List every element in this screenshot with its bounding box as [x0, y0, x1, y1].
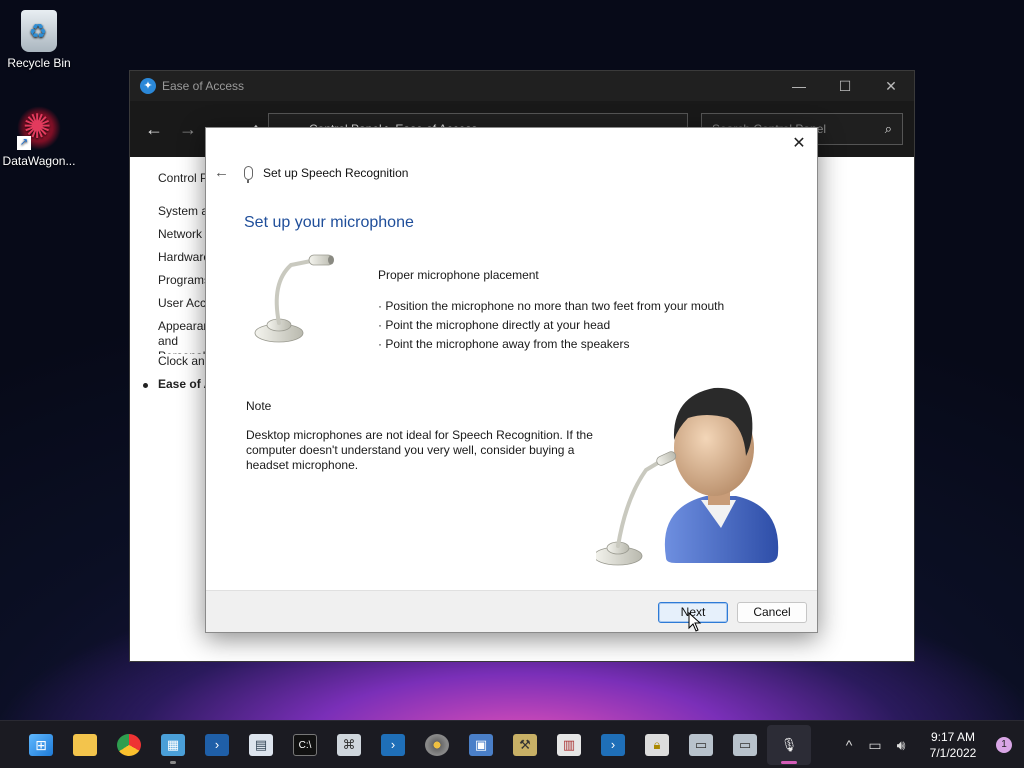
cancel-button[interactable]: Cancel — [737, 602, 807, 623]
sidebar-item-ease-of-access[interactable]: Ease of Access — [158, 377, 206, 400]
volume-icon[interactable]: 🔊︎ — [888, 737, 914, 754]
recycle-bin-icon — [21, 10, 57, 52]
clock-date: 7/1/2022 — [929, 746, 977, 760]
tools-icon: ⚒ — [513, 733, 537, 756]
taskbar-app-17[interactable]: ▭ — [723, 725, 767, 765]
back-arrow-icon[interactable]: ← — [142, 119, 166, 140]
shortcut-arrow-icon: ↗ — [17, 136, 31, 150]
taskbar-file-explorer[interactable] — [63, 725, 107, 765]
recycle-bin-desktop-icon[interactable]: Recycle Bin — [1, 10, 77, 70]
chevron-up-icon[interactable]: ^ — [836, 737, 862, 753]
taskbar-chrome[interactable] — [107, 725, 151, 765]
note-text: Desktop microphones are not ideal for Sp… — [246, 428, 593, 472]
datawagon-desktop-icon[interactable]: ↗ DataWagon... — [1, 106, 77, 168]
wizard-title: Set up Speech Recognition — [263, 166, 409, 180]
forward-arrow-icon[interactable]: → — [176, 119, 200, 140]
maximize-button[interactable]: ☐ — [822, 78, 868, 95]
page-title: Set up your microphone — [244, 214, 414, 231]
minimize-button[interactable]: — — [776, 78, 822, 95]
placement-heading: Proper microphone placement — [378, 268, 539, 282]
sidebar-item-system[interactable]: System and Security — [158, 204, 206, 227]
powershell-icon: › — [205, 733, 229, 756]
speech-setup-dialog: ✕ ← Set up Speech Recognition Set up you… — [205, 127, 818, 633]
taskbar-app-15[interactable]: 🔒︎ — [635, 725, 679, 765]
sidebar-item-clock[interactable]: Clock and Region — [158, 354, 206, 377]
network-computer-icon: ▣ — [469, 733, 493, 756]
search-icon: ⌕ — [884, 121, 892, 136]
note-heading: Note — [246, 399, 272, 413]
clock-time: 9:17 AM — [930, 730, 976, 744]
microphone-icon: 🎙︎ — [780, 736, 798, 752]
datawagon-label: DataWagon... — [2, 154, 76, 168]
taskbar-powershell-2[interactable]: › — [371, 725, 415, 765]
active-item-bullet — [143, 383, 148, 388]
placement-list: · Position the microphone no more than t… — [378, 297, 724, 354]
dialog-close-button[interactable]: ✕ — [789, 133, 809, 153]
control-panel-icon: ▦ — [161, 733, 185, 756]
list-item: · Position the microphone no more than t… — [378, 299, 725, 313]
taskbar-speech-recognition[interactable]: 🎙︎ — [767, 724, 811, 765]
sidebar: Control Panel Home System and Security N… — [143, 171, 206, 400]
system-tray: ^ ▭ 🔊︎ 9:17 AM 7/1/2022 1 — [836, 721, 1024, 768]
terminal-icon: C:\ — [293, 733, 317, 756]
lock-file-icon: 🔒︎ — [645, 733, 669, 756]
sidebar-item-home[interactable]: Control Panel Home — [158, 171, 206, 194]
sidebar-item-programs[interactable]: Programs — [158, 273, 206, 296]
desktop-microphone-illustration — [254, 254, 334, 343]
ease-of-access-icon: ✦ — [140, 78, 156, 94]
window-title: Ease of Access — [162, 79, 245, 93]
taskbar-terminal[interactable]: C:\ — [283, 725, 327, 765]
taskbar-control-panel[interactable]: ▦ — [151, 725, 195, 765]
window-stack-icon: ▭ — [689, 733, 713, 756]
sidebar-item-user-accounts[interactable]: User Accounts — [158, 296, 206, 319]
powershell-icon: › — [601, 733, 625, 756]
taskbar-app-10[interactable] — [415, 725, 459, 765]
chrome-icon — [117, 733, 141, 756]
taskbar-app-12[interactable]: ⚒ — [503, 725, 547, 765]
window-stack-icon: ▭ — [733, 733, 757, 756]
start-button[interactable]: ⊞ — [19, 725, 63, 765]
windows-logo-icon: ⊞ — [29, 733, 53, 756]
settings-disc-icon — [425, 733, 449, 756]
taskbar-app-6[interactable]: ▤ — [239, 725, 283, 765]
sidebar-item-hardware[interactable]: Hardware and Sound — [158, 250, 206, 273]
powershell-icon: › — [381, 733, 405, 756]
taskbar-app-13[interactable]: ▥ — [547, 725, 591, 765]
mouse-cursor-icon — [688, 612, 702, 632]
wizard-back-arrow-icon[interactable]: ← — [214, 164, 229, 181]
taskbar-powershell-3[interactable]: › — [591, 725, 635, 765]
sidebar-item-network[interactable]: Network and Internet — [158, 227, 206, 250]
taskbar-app-11[interactable]: ▣ — [459, 725, 503, 765]
folder-icon — [73, 733, 97, 756]
control-panel-titlebar[interactable]: ✦ Ease of Access — ☐ ✕ — [130, 71, 914, 101]
close-window-button[interactable]: ✕ — [868, 78, 914, 95]
microphone-icon — [244, 166, 253, 183]
generic-app-icon: ⌘ — [337, 733, 361, 756]
sidebar-item-appearance[interactable]: Appearance and Personalization — [158, 319, 206, 354]
list-item: · Point the microphone away from the spe… — [378, 337, 630, 351]
taskbar-app-8[interactable]: ⌘ — [327, 725, 371, 765]
document-icon: ▤ — [249, 733, 273, 756]
wizard-header: Set up Speech Recognition — [244, 166, 409, 183]
datawagon-icon: ↗ — [17, 106, 61, 150]
network-icon[interactable]: ▭ — [862, 737, 888, 754]
notification-badge[interactable]: 1 — [996, 737, 1012, 753]
list-item: · Point the microphone directly at your … — [378, 318, 611, 332]
recycle-bin-label: Recycle Bin — [7, 56, 71, 70]
clock[interactable]: 9:17 AM 7/1/2022 — [918, 729, 988, 761]
dialog-footer: Next Cancel — [206, 590, 817, 632]
person-with-microphone-illustration — [596, 387, 779, 566]
taskbar-app-16[interactable]: ▭ — [679, 725, 723, 765]
taskbar: ⊞ ▦ › ▤ C:\ ⌘ › ▣ ⚒ ▥ › 🔒︎ ▭ ▭ 🎙︎ ^ ▭ 🔊︎… — [0, 720, 1024, 768]
report-icon: ▥ — [557, 733, 581, 756]
taskbar-powershell[interactable]: › — [195, 725, 239, 765]
